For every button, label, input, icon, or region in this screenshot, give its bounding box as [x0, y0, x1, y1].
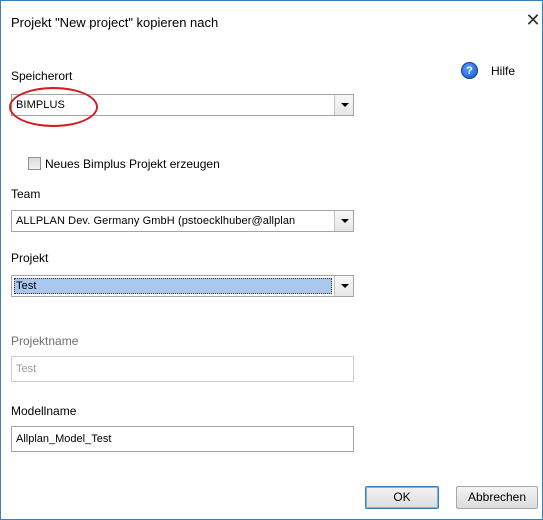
new-bimplus-project-checkbox[interactable] [28, 157, 41, 170]
projekt-dropdown[interactable]: Test [11, 275, 354, 297]
chevron-down-icon[interactable] [334, 95, 353, 115]
close-icon[interactable]: ✕ [523, 10, 543, 32]
help-icon: ? [461, 62, 478, 79]
modellname-label: Modellname [11, 404, 77, 418]
cancel-button[interactable]: Abbrechen [456, 486, 538, 509]
speicherort-dropdown[interactable]: BIMPLUS [11, 94, 354, 116]
team-value: ALLPLAN Dev. Germany GmbH (pstoecklhuber… [16, 215, 296, 227]
projekt-value: Test [16, 280, 37, 292]
ok-button[interactable]: OK [365, 486, 439, 509]
chevron-down-icon[interactable] [334, 211, 353, 231]
chevron-down-icon[interactable] [334, 276, 353, 296]
team-dropdown[interactable]: ALLPLAN Dev. Germany GmbH (pstoecklhuber… [11, 210, 354, 232]
modellname-field[interactable]: Allplan_Model_Test [11, 426, 354, 452]
help-label: Hilfe [491, 63, 516, 78]
projektname-field: Test [11, 356, 354, 382]
projektname-label: Projektname [11, 334, 79, 348]
modellname-value: Allplan_Model_Test [16, 433, 112, 445]
dialog-title: Projekt "New project" kopieren nach [11, 15, 219, 30]
speicherort-value: BIMPLUS [16, 99, 65, 111]
team-label: Team [11, 187, 41, 201]
new-bimplus-project-label: Neues Bimplus Projekt erzeugen [45, 157, 220, 171]
speicherort-label: Speicherort [11, 69, 73, 83]
help-link[interactable]: ? Hilfe [461, 62, 515, 79]
projekt-label: Projekt [11, 251, 49, 265]
copy-project-dialog: Projekt "New project" kopieren nach ✕ ? … [0, 0, 543, 520]
projektname-value: Test [16, 363, 37, 375]
